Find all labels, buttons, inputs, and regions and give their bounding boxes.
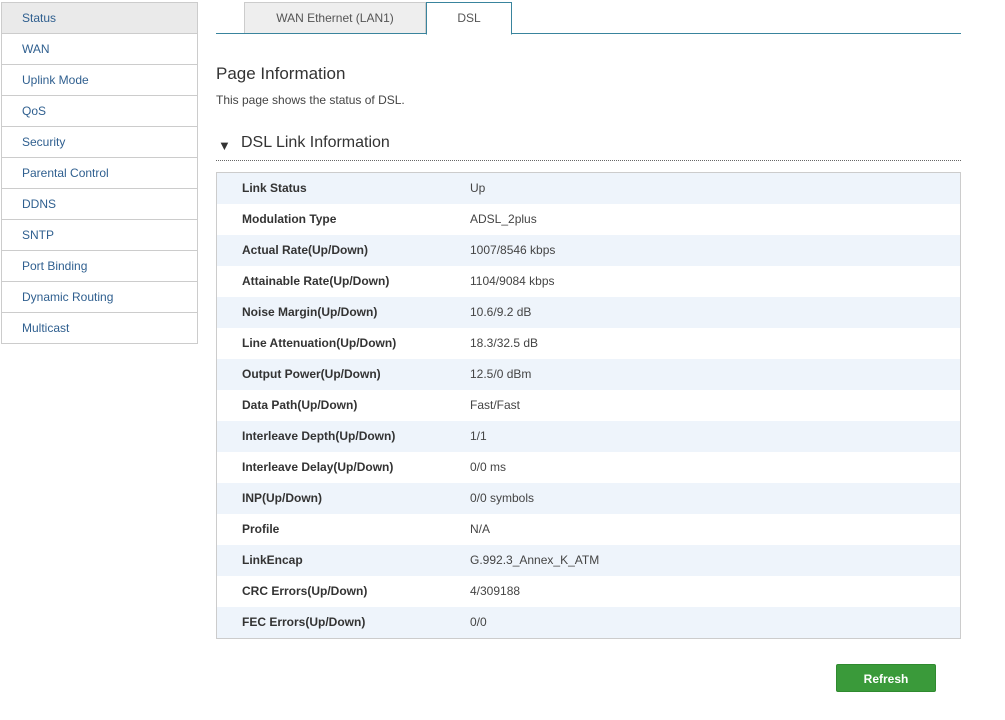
table-row: FEC Errors(Up/Down) 0/0 xyxy=(217,607,960,638)
table-row: Modulation Type ADSL_2plus xyxy=(217,204,960,235)
row-value: 4/309188 xyxy=(470,584,521,598)
table-row: Data Path(Up/Down) Fast/Fast xyxy=(217,390,960,421)
row-value: Up xyxy=(470,181,486,195)
row-label: Interleave Delay(Up/Down) xyxy=(242,460,394,474)
section-title: DSL Link Information xyxy=(241,134,390,151)
row-value: Fast/Fast xyxy=(470,398,521,412)
row-label: INP(Up/Down) xyxy=(242,491,322,505)
table-row: Attainable Rate(Up/Down) 1104/9084 kbps xyxy=(217,266,960,297)
sidebar-item-dynamic-routing[interactable]: Dynamic Routing xyxy=(2,282,197,313)
row-value: ADSL_2plus xyxy=(470,212,537,226)
sidebar-item-parental-control[interactable]: Parental Control xyxy=(2,158,197,189)
row-value: 1104/9084 kbps xyxy=(470,274,555,288)
row-label: Modulation Type xyxy=(242,212,337,226)
table-row: LinkEncap G.992.3_Annex_K_ATM xyxy=(217,545,960,576)
table-row: Noise Margin(Up/Down) 10.6/9.2 dB xyxy=(217,297,960,328)
tab-dsl[interactable]: DSL xyxy=(426,2,512,35)
sidebar-item-security[interactable]: Security xyxy=(2,127,197,158)
row-value: 0/0 xyxy=(470,615,487,629)
row-value: 0/0 ms xyxy=(470,460,507,474)
table-row: INP(Up/Down) 0/0 symbols xyxy=(217,483,960,514)
row-label: Profile xyxy=(242,522,280,536)
row-label: Interleave Depth(Up/Down) xyxy=(242,429,396,443)
row-value: 1/1 xyxy=(470,429,487,443)
table-row: Interleave Depth(Up/Down) 1/1 xyxy=(217,421,960,452)
tab-bar: WAN Ethernet (LAN1) DSL xyxy=(216,2,961,35)
row-label: Link Status xyxy=(242,181,307,195)
dsl-info-table: Link Status Up Modulation Type ADSL_2plu… xyxy=(216,172,961,639)
sidebar-nav: Status WAN Uplink Mode QoS Security Pare… xyxy=(1,2,198,344)
sidebar-item-wan[interactable]: WAN xyxy=(2,34,197,65)
sidebar-item-ddns[interactable]: DDNS xyxy=(2,189,197,220)
page-title: Page Information xyxy=(216,64,346,83)
sidebar-item-qos[interactable]: QoS xyxy=(2,96,197,127)
table-row: Profile N/A xyxy=(217,514,960,545)
table-row: Actual Rate(Up/Down) 1007/8546 kbps xyxy=(217,235,960,266)
sidebar-item-multicast[interactable]: Multicast xyxy=(2,313,197,344)
refresh-button[interactable]: Refresh xyxy=(836,664,936,692)
table-row: Output Power(Up/Down) 12.5/0 dBm xyxy=(217,359,960,390)
sidebar-item-port-binding[interactable]: Port Binding xyxy=(2,251,197,282)
row-value: 1007/8546 kbps xyxy=(470,243,556,257)
sidebar-item-status[interactable]: Status xyxy=(2,3,197,34)
table-row: Link Status Up xyxy=(217,173,960,204)
row-value: 18.3/32.5 dB xyxy=(470,336,539,350)
row-label: Actual Rate(Up/Down) xyxy=(242,243,368,257)
row-value: 0/0 symbols xyxy=(470,491,535,505)
table-row: Line Attenuation(Up/Down) 18.3/32.5 dB xyxy=(217,328,960,359)
table-row: Interleave Delay(Up/Down) 0/0 ms xyxy=(217,452,960,483)
row-label: CRC Errors(Up/Down) xyxy=(242,584,368,598)
row-label: Noise Margin(Up/Down) xyxy=(242,305,378,319)
row-value: G.992.3_Annex_K_ATM xyxy=(470,553,600,567)
row-value: 12.5/0 dBm xyxy=(470,367,532,381)
table-row: CRC Errors(Up/Down) 4/309188 xyxy=(217,576,960,607)
row-label: LinkEncap xyxy=(242,553,303,567)
row-label: Output Power(Up/Down) xyxy=(242,367,381,381)
row-label: Attainable Rate(Up/Down) xyxy=(242,274,390,288)
section-header-dsl-link-info[interactable]: ▼ DSL Link Information xyxy=(216,132,961,161)
collapse-arrow-icon[interactable]: ▼ xyxy=(218,138,231,153)
tab-wan-ethernet[interactable]: WAN Ethernet (LAN1) xyxy=(244,2,426,33)
sidebar-item-sntp[interactable]: SNTP xyxy=(2,220,197,251)
row-label: Line Attenuation(Up/Down) xyxy=(242,336,397,350)
row-label: Data Path(Up/Down) xyxy=(242,398,358,412)
page-description: This page shows the status of DSL. xyxy=(216,93,405,107)
row-value: N/A xyxy=(470,522,491,536)
row-label: FEC Errors(Up/Down) xyxy=(242,615,366,629)
row-value: 10.6/9.2 dB xyxy=(470,305,532,319)
sidebar-item-uplink-mode[interactable]: Uplink Mode xyxy=(2,65,197,96)
